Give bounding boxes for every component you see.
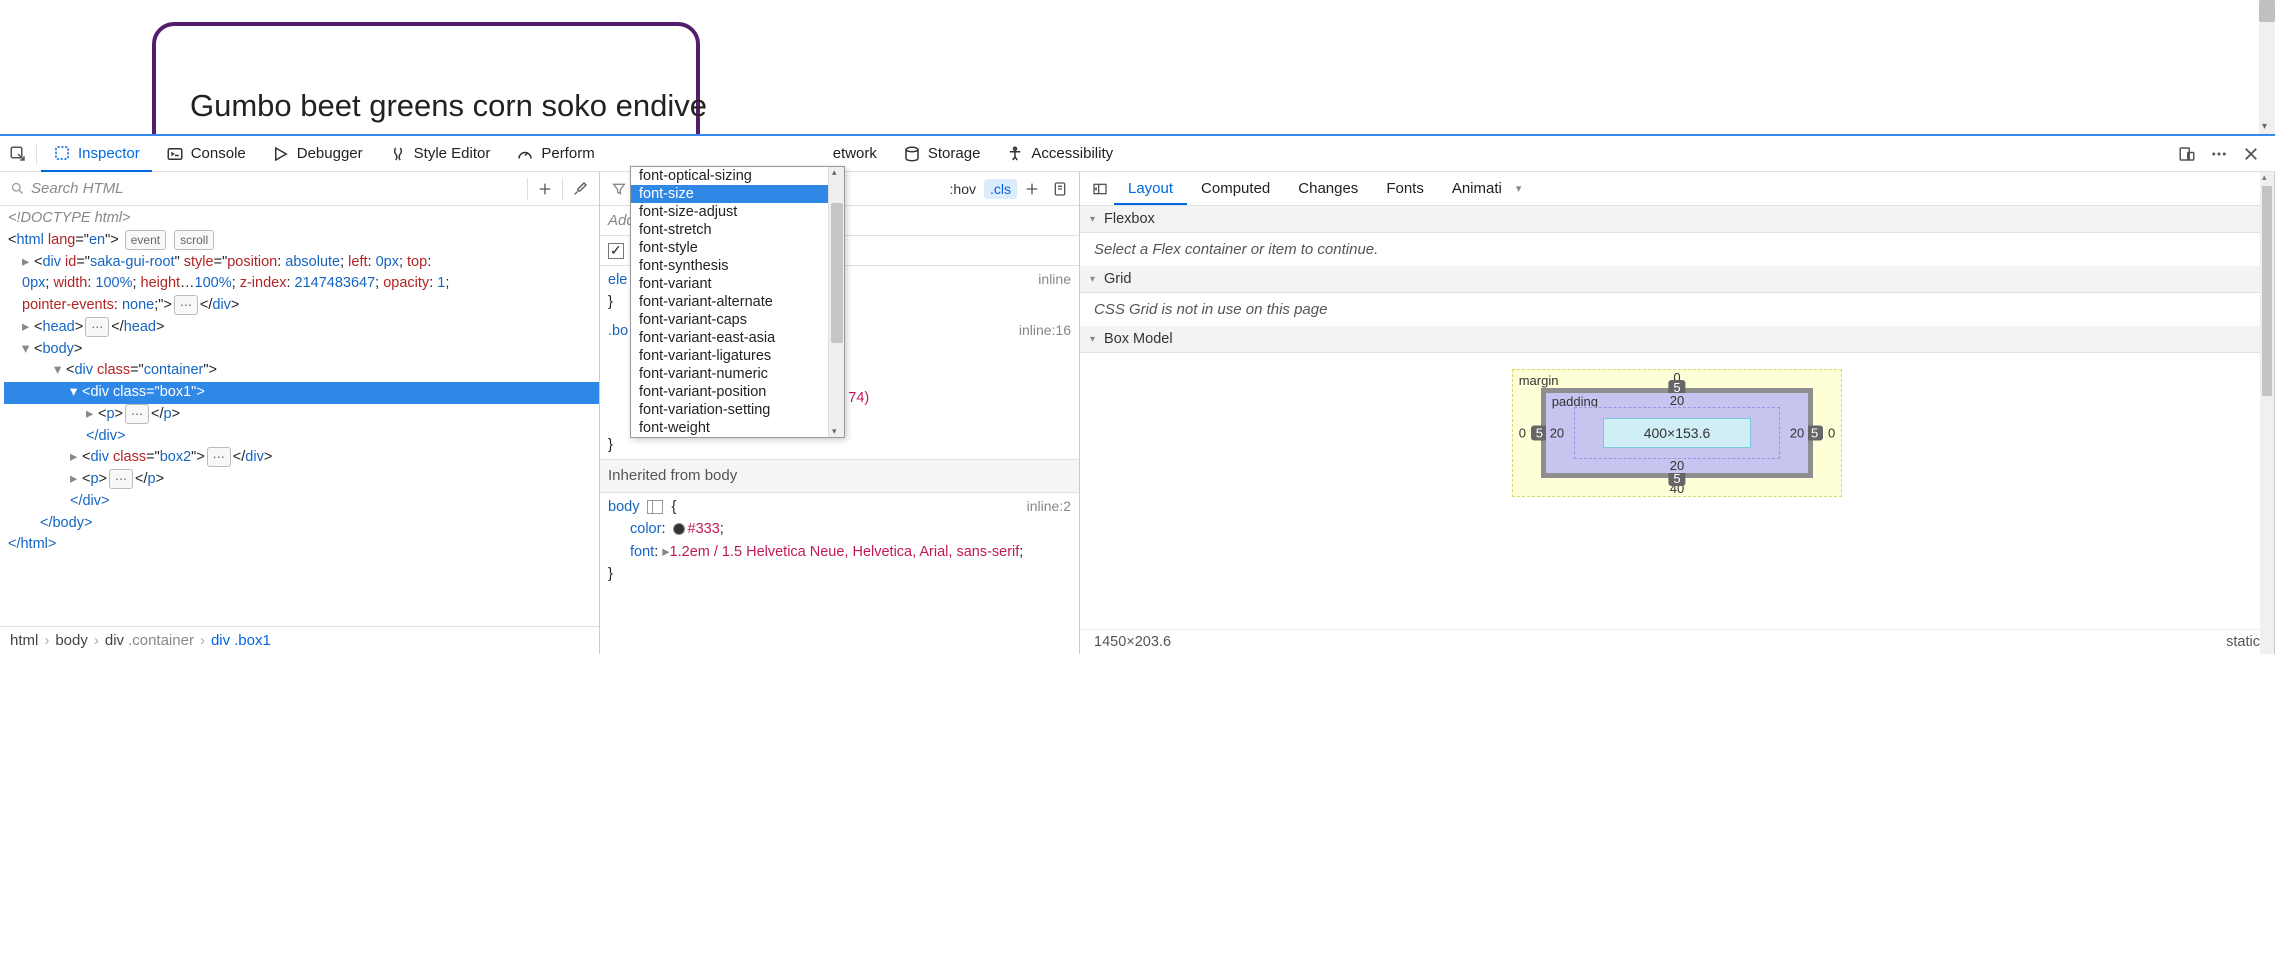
tab-label: Inspector	[78, 145, 140, 162]
grid-header[interactable]: ▾Grid	[1080, 266, 2274, 293]
tab-style-editor[interactable]: Style Editor	[377, 136, 503, 172]
autocomplete-option[interactable]: font-stretch	[631, 221, 844, 239]
tab-debugger[interactable]: Debugger	[260, 136, 375, 172]
event-badge[interactable]: event	[125, 230, 166, 250]
autocomplete-scrollbar[interactable]	[828, 167, 844, 437]
html-panel: <!DOCTYPE html> <html lang="en"> event s…	[0, 172, 600, 654]
search-html[interactable]	[6, 180, 523, 197]
page-preview: Gumbo beet greens corn soko endive	[0, 0, 2275, 134]
autocomplete-option[interactable]: font-variant-caps	[631, 311, 844, 329]
page-heading: Gumbo beet greens corn soko endive	[190, 88, 707, 124]
search-html-input[interactable]	[31, 180, 519, 197]
autocomplete-option[interactable]: font-variant-ligatures	[631, 347, 844, 365]
tree-node-box1-selected[interactable]: ▾<div class="box1">	[4, 382, 599, 404]
html-tree[interactable]: <!DOCTYPE html> <html lang="en"> event s…	[0, 206, 599, 626]
autocomplete-option[interactable]: font-weight	[631, 419, 844, 437]
new-rule-icon[interactable]	[1019, 176, 1045, 202]
breadcrumb[interactable]: html› body› div.container› div.box1	[0, 626, 599, 654]
tab-label: Debugger	[297, 145, 363, 162]
tab-storage[interactable]: Storage	[891, 136, 993, 172]
tab-label: Storage	[928, 145, 981, 162]
grid-body: CSS Grid is not in use on this page	[1080, 293, 2274, 326]
rules-panel: font-optical-sizingfont-sizefont-size-ad…	[600, 172, 1080, 654]
tab-label: Console	[191, 145, 246, 162]
pick-element-icon[interactable]	[4, 140, 32, 168]
tree-node-body[interactable]: ▾<body>	[4, 339, 599, 361]
color-swatch[interactable]	[673, 523, 685, 535]
tree-node-p1[interactable]: ▸<p>⋯</p>	[4, 404, 599, 426]
autocomplete-option[interactable]: font-variant	[631, 275, 844, 293]
autocomplete-option[interactable]: font-style	[631, 239, 844, 257]
class-checkbox[interactable]	[608, 243, 624, 259]
side-tab-animations[interactable]: Animati	[1438, 174, 1516, 203]
flexbox-body: Select a Flex container or item to conti…	[1080, 233, 2274, 266]
tab-performance[interactable]: Perform	[504, 136, 606, 172]
flex-icon[interactable]	[647, 500, 663, 514]
flexbox-header[interactable]: ▾Flexbox	[1080, 206, 2274, 233]
autocomplete-option[interactable]: font-variant-position	[631, 383, 844, 401]
side-tab-computed[interactable]: Computed	[1187, 174, 1284, 203]
cls-button[interactable]: .cls	[984, 179, 1017, 199]
hov-button[interactable]: :hov	[944, 179, 982, 199]
tree-node-saka[interactable]: ▸<div id="saka-gui-root" style="position…	[4, 252, 599, 274]
autocomplete-option[interactable]: font-variation-setting	[631, 401, 844, 419]
tree-node-p2[interactable]: ▸<p>⋯</p>	[4, 469, 599, 491]
tab-label: Accessibility	[1031, 145, 1113, 162]
tree-node-box2[interactable]: ▸<div class="box2">⋯</div>	[4, 447, 599, 469]
devtools: Inspector Console Debugger Style Editor …	[0, 134, 2275, 654]
autocomplete-option[interactable]: font-variant-alternate	[631, 293, 844, 311]
autocomplete-option[interactable]: font-variant-numeric	[631, 365, 844, 383]
inherited-header: Inherited from body	[600, 459, 1079, 492]
boxmodel-header[interactable]: ▾Box Model	[1080, 326, 2274, 353]
tree-node-container[interactable]: ▾<div class="container">	[4, 360, 599, 382]
box-model-diagram[interactable]: margin 0 40 0 0 border 5 5 5 5 padding 2…	[1080, 353, 2274, 513]
more-icon[interactable]	[2205, 140, 2233, 168]
devtools-toolbar: Inspector Console Debugger Style Editor …	[0, 136, 2275, 172]
page-scrollbar[interactable]	[2259, 0, 2275, 134]
side-tab-layout[interactable]: Layout	[1114, 174, 1187, 205]
tab-label: etwork	[833, 145, 877, 162]
tab-accessibility[interactable]: Accessibility	[994, 136, 1125, 172]
scroll-badge[interactable]: scroll	[174, 230, 214, 250]
layout-panel: Layout Computed Changes Fonts Animati ▾ …	[1080, 172, 2275, 654]
autocomplete-option[interactable]: font-size	[631, 185, 844, 203]
layout-footer: 1450×203.6 static	[1080, 629, 2274, 654]
body-rule[interactable]: inline:2 body { color: #333; font: ▸1.2e…	[600, 493, 1079, 589]
light-dark-icon[interactable]	[1047, 176, 1073, 202]
autocomplete-option[interactable]: font-size-adjust	[631, 203, 844, 221]
tab-label: Style Editor	[414, 145, 491, 162]
layout-scrollbar[interactable]	[2260, 172, 2274, 654]
tab-label: Perform	[541, 145, 594, 162]
close-icon[interactable]	[2237, 140, 2265, 168]
box-model-content: 400×153.6	[1603, 418, 1752, 448]
toggle-3pane-icon[interactable]	[1086, 181, 1114, 197]
tab-inspector[interactable]: Inspector	[41, 136, 152, 172]
filter-icon[interactable]	[606, 176, 632, 202]
autocomplete-option[interactable]: font-synthesis	[631, 257, 844, 275]
autocomplete-option[interactable]: font-variant-east-asia	[631, 329, 844, 347]
tab-console[interactable]: Console	[154, 136, 258, 172]
add-element-icon[interactable]	[532, 176, 558, 202]
doctype: <!DOCTYPE html>	[8, 210, 130, 226]
css-autocomplete[interactable]: font-optical-sizingfont-sizefont-size-ad…	[630, 166, 845, 438]
side-tab-fonts[interactable]: Fonts	[1372, 174, 1438, 203]
tree-node-head[interactable]: ▸<head>⋯</head>	[4, 317, 599, 339]
responsive-mode-icon[interactable]	[2173, 140, 2201, 168]
side-tab-changes[interactable]: Changes	[1284, 174, 1372, 203]
eyedropper-icon[interactable]	[567, 176, 593, 202]
autocomplete-option[interactable]: font-optical-sizing	[631, 167, 844, 185]
